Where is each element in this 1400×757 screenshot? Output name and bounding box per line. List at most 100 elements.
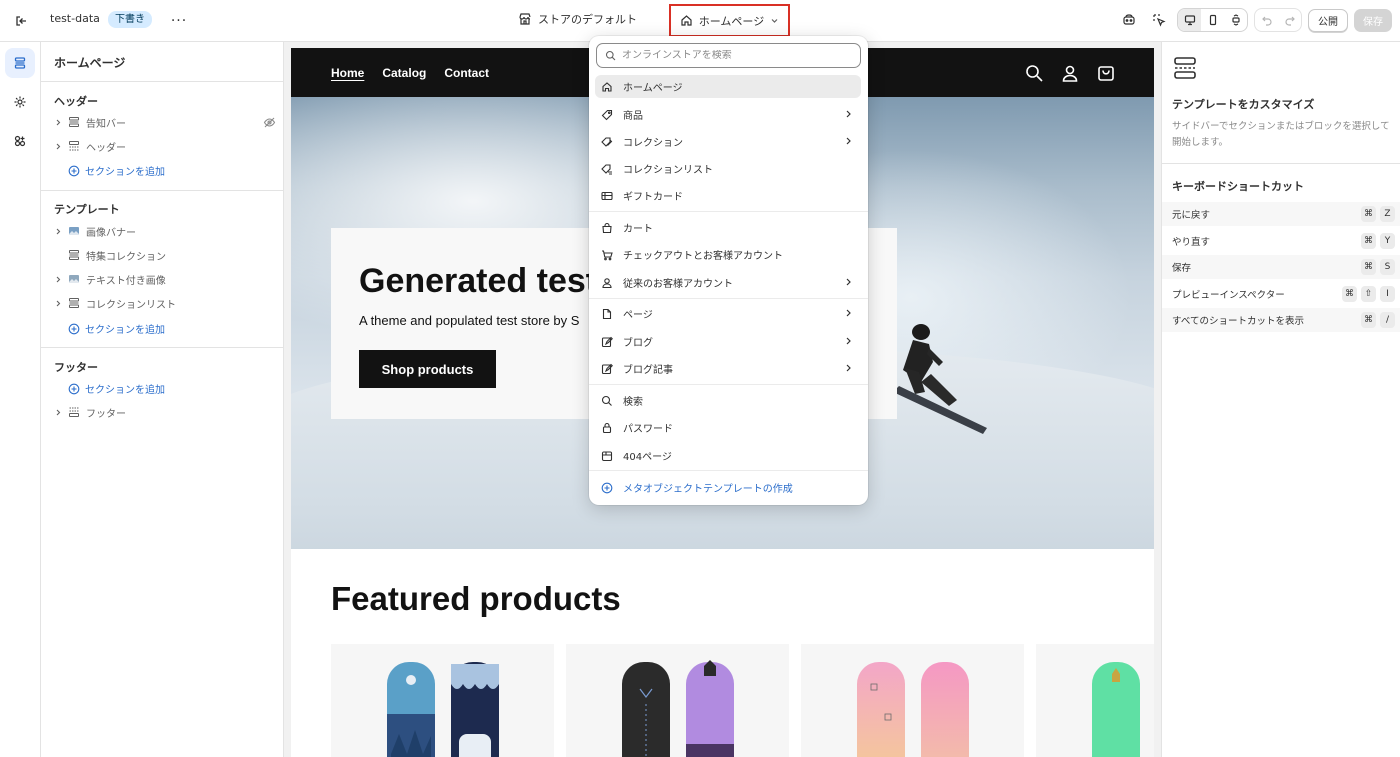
more-actions-button[interactable]: ··· [168, 10, 190, 32]
product-card[interactable] [331, 644, 554, 757]
theme-settings-icon[interactable] [5, 87, 35, 117]
menu-item-gift-card[interactable]: ギフトカード [595, 184, 861, 207]
add-section-label: セクションを追加 [85, 385, 165, 396]
add-section-button[interactable]: セクションを追加 [68, 321, 165, 336]
section-block-icon [68, 297, 80, 309]
chevron-right-icon [846, 110, 851, 118]
cart-bag-icon [602, 222, 612, 233]
desktop-view-icon[interactable] [1178, 9, 1201, 31]
eye-off-icon[interactable] [263, 116, 276, 129]
store-name: test-data [50, 12, 100, 25]
account-icon[interactable] [1060, 63, 1080, 83]
chevron-right-icon[interactable] [54, 276, 62, 283]
publish-button[interactable]: 公開 [1308, 8, 1348, 32]
panel-title: テンプレートをカスタマイズ [1172, 98, 1315, 111]
product-card[interactable] [801, 644, 1024, 757]
sidebar-item-collection-list[interactable]: コレクションリスト [54, 293, 276, 313]
nav-link-contact[interactable]: Contact [444, 66, 489, 80]
nav-link-home[interactable]: Home [331, 66, 364, 80]
inspector-icon[interactable] [1147, 8, 1171, 32]
mobile-view-icon[interactable] [1201, 9, 1224, 31]
menu-item-blog-posts[interactable]: ブログ記事 [595, 357, 861, 380]
fullscreen-view-icon[interactable] [1224, 9, 1247, 31]
shortcut-row-all[interactable]: すべてのショートカットを表示 ⌘ / [1162, 308, 1400, 332]
menu-item-label: パスワード [623, 424, 673, 435]
menu-item-collection-list[interactable]: コレクションリスト [595, 157, 861, 180]
search-input[interactable] [622, 50, 852, 61]
menu-item-checkout[interactable]: チェックアウトとお客様アカウント [595, 243, 861, 266]
search-icon[interactable] [1024, 63, 1044, 83]
home-icon [681, 15, 692, 26]
shop-products-button[interactable]: Shop products [359, 350, 496, 388]
add-section-button[interactable]: セクションを追加 [68, 163, 165, 178]
cart-icon[interactable] [1096, 63, 1116, 83]
featured-products-title: Featured products [331, 580, 621, 617]
chevron-right-icon[interactable] [54, 228, 62, 235]
menu-item-search[interactable]: 検索 [595, 389, 861, 412]
page-selector[interactable]: ホームページ [669, 4, 790, 37]
chevron-right-icon[interactable] [54, 143, 62, 150]
sidekick-icon[interactable] [1117, 8, 1141, 32]
section-block-icon [68, 249, 80, 261]
menu-item-blogs[interactable]: ブログ [595, 330, 861, 353]
menu-item-homepage[interactable]: ホームページ [595, 75, 861, 98]
chevron-right-icon [846, 337, 851, 345]
key-cap: I [1380, 286, 1395, 302]
hero-title: Generated test [359, 262, 598, 300]
storefront-nav: Home Catalog Contact [331, 66, 489, 80]
apps-icon[interactable] [5, 126, 35, 156]
sidebar-item-header[interactable]: ヘッダー [54, 136, 276, 156]
theme-selector[interactable]: ストアのデフォルト [518, 11, 637, 27]
nav-link-catalog[interactable]: Catalog [382, 66, 426, 80]
menu-item-label: 404ページ [623, 452, 672, 463]
menu-item-password[interactable]: パスワード [595, 416, 861, 439]
redo-icon[interactable] [1278, 9, 1301, 31]
divider [41, 81, 284, 82]
home-icon [602, 81, 612, 92]
menu-item-label: コレクションリスト [623, 165, 713, 176]
sidebar-item-image-with-text[interactable]: テキスト付き画像 [54, 269, 276, 289]
sidebar-item-footer[interactable]: フッター [54, 402, 276, 422]
sidebar-item-image-banner[interactable]: 画像バナー [54, 221, 276, 241]
chevron-right-icon[interactable] [54, 409, 62, 416]
add-section-button[interactable]: セクションを追加 [68, 381, 165, 396]
product-card[interactable] [1036, 644, 1154, 757]
save-button[interactable]: 保存 [1354, 8, 1392, 32]
shortcut-label: すべてのショートカットを表示 [1172, 316, 1304, 327]
key-cap: Y [1380, 233, 1395, 249]
sections-icon[interactable] [5, 48, 35, 78]
sidebar-item-label: テキスト付き画像 [86, 275, 166, 287]
cart-icon [602, 249, 613, 260]
sidebar-item-label: コレクションリスト [86, 299, 176, 311]
sidebar-item-featured-collection[interactable]: 特集コレクション [54, 245, 276, 265]
menu-divider [589, 384, 868, 385]
menu-item-cart[interactable]: カート [595, 216, 861, 239]
menu-item-pages[interactable]: ページ [595, 302, 861, 325]
menu-item-legacy-customer-accounts[interactable]: 従来のお客様アカウント [595, 271, 861, 294]
left-rail [0, 42, 41, 757]
menu-item-404[interactable]: 404ページ [595, 444, 861, 467]
exit-icon[interactable] [10, 10, 32, 32]
undo-icon[interactable] [1255, 9, 1278, 31]
page-icon [602, 308, 612, 319]
product-grid [331, 644, 1154, 757]
menu-item-create-metaobject-template[interactable]: メタオブジェクトテンプレートの作成 [595, 476, 861, 499]
menu-item-label: ページ [623, 310, 653, 321]
chevron-right-icon[interactable] [54, 300, 62, 307]
product-card[interactable] [566, 644, 789, 757]
header-layout-icon [68, 140, 80, 152]
menu-item-collections[interactable]: コレクション [595, 130, 861, 153]
history-controls [1254, 8, 1302, 32]
key-cap: Z [1380, 206, 1395, 222]
shortcut-row-save: 保存 ⌘ S [1162, 255, 1400, 279]
section-block-icon [68, 116, 80, 128]
shortcut-label: やり直す [1172, 237, 1211, 248]
menu-item-label: 商品 [623, 111, 643, 122]
chevron-right-icon[interactable] [54, 119, 62, 126]
blog-icon [601, 336, 613, 347]
menu-item-products[interactable]: 商品 [595, 103, 861, 126]
sidebar-item-announcement-bar[interactable]: 告知バー [54, 112, 276, 132]
storefront-header-icons [1024, 63, 1116, 83]
page-selector-dropdown: ホームページ 商品 コレクション コレクションリスト ギフトカード カート チェ… [589, 36, 868, 505]
shortcut-label: 保存 [1172, 263, 1192, 274]
